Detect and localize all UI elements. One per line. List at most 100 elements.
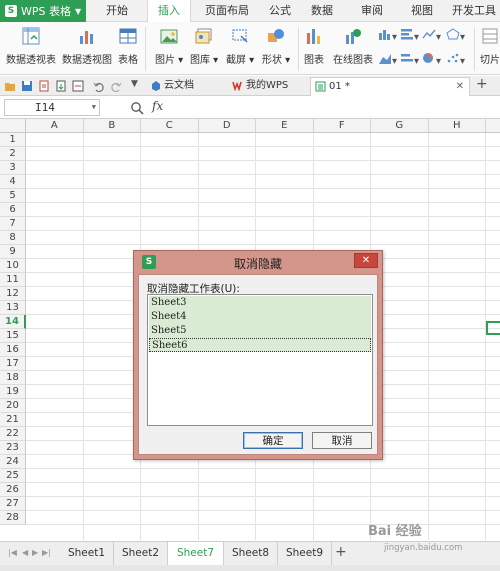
save-icon[interactable]: [21, 80, 33, 92]
row-header[interactable]: 14: [0, 315, 26, 329]
open-folder-icon[interactable]: [4, 80, 16, 92]
bar-chart-2-dropdown[interactable]: ▾: [400, 52, 419, 67]
column-header[interactable]: G: [371, 119, 429, 133]
new-tab-button[interactable]: +: [476, 76, 488, 92]
name-box[interactable]: I14 ▼: [4, 99, 100, 116]
print-preview-icon[interactable]: [38, 80, 50, 92]
cancel-button[interactable]: 取消: [312, 432, 372, 449]
column-header[interactable]: F: [313, 119, 371, 133]
row-header[interactable]: 11: [0, 273, 26, 287]
sheet-tab[interactable]: Sheet8: [224, 542, 278, 565]
row-header[interactable]: 2: [0, 147, 26, 161]
row-header[interactable]: 22: [0, 427, 26, 441]
chart-button[interactable]: 图表: [304, 26, 324, 66]
function-icon[interactable]: fx: [152, 99, 163, 113]
column-header[interactable]: D: [198, 119, 256, 133]
row-header[interactable]: 23: [0, 441, 26, 455]
row-header[interactable]: 10: [0, 259, 26, 273]
table-button[interactable]: 表格: [118, 26, 138, 66]
ok-button[interactable]: 确定: [243, 432, 303, 449]
column-chart-dropdown[interactable]: ▾: [378, 28, 397, 43]
next-sheet-icon[interactable]: ▶: [32, 548, 38, 557]
close-button[interactable]: ✕: [354, 253, 378, 268]
tab-review[interactable]: 审阅: [350, 0, 394, 22]
row-header[interactable]: 16: [0, 343, 26, 357]
chevron-down-icon[interactable]: ▼: [92, 100, 96, 115]
close-tab-icon[interactable]: ✕: [456, 78, 464, 96]
row-header[interactable]: 6: [0, 203, 26, 217]
column-header[interactable]: H: [428, 119, 486, 133]
pie-chart-dropdown[interactable]: ▾: [422, 52, 441, 67]
active-cell-highlight[interactable]: [486, 321, 500, 335]
row-header[interactable]: 9: [0, 245, 26, 259]
first-sheet-icon[interactable]: |◀: [8, 548, 17, 557]
app-menu-button[interactable]: S WPS 表格 ▼: [0, 0, 86, 22]
column-header[interactable]: C: [141, 119, 199, 133]
quick-access-dropdown-icon[interactable]: ▼: [131, 79, 143, 91]
row-header[interactable]: 27: [0, 497, 26, 511]
list-item[interactable]: Sheet5: [149, 324, 371, 338]
tab-insert[interactable]: 插入: [147, 0, 191, 23]
shapes-button[interactable]: 形状 ▾: [262, 26, 290, 66]
row-header[interactable]: 3: [0, 161, 26, 175]
add-sheet-button[interactable]: +: [335, 544, 347, 560]
row-header[interactable]: 20: [0, 399, 26, 413]
picture-button[interactable]: 图片 ▾: [155, 26, 183, 66]
column-header[interactable]: E: [256, 119, 314, 133]
row-header[interactable]: 5: [0, 189, 26, 203]
scatter-chart-dropdown[interactable]: ▾: [446, 52, 465, 67]
column-header[interactable]: B: [83, 119, 141, 133]
list-item[interactable]: Sheet3: [149, 296, 371, 310]
row-header[interactable]: 25: [0, 469, 26, 483]
row-header[interactable]: 4: [0, 175, 26, 189]
list-item-focused[interactable]: Sheet6: [149, 338, 371, 352]
tab-view[interactable]: 视图: [400, 0, 444, 22]
doc-tab-cloud[interactable]: 云文档: [146, 77, 228, 96]
row-header[interactable]: 12: [0, 287, 26, 301]
dialog-title-bar[interactable]: S 取消隐藏 ✕: [134, 251, 382, 273]
row-header[interactable]: 1: [0, 133, 26, 147]
row-header[interactable]: 24: [0, 455, 26, 469]
radar-chart-dropdown[interactable]: ▾: [446, 28, 465, 43]
tab-formulas[interactable]: 公式: [258, 0, 302, 22]
row-header[interactable]: 28: [0, 511, 26, 525]
tab-page-layout[interactable]: 页面布局: [198, 0, 256, 22]
hidden-sheets-list[interactable]: Sheet3 Sheet4 Sheet5 Sheet6: [147, 294, 373, 426]
export-pdf-icon[interactable]: [72, 80, 84, 92]
pivot-chart-button[interactable]: 数据透视图: [62, 26, 112, 66]
row-header[interactable]: 17: [0, 357, 26, 371]
tab-developer[interactable]: 开发工具: [448, 0, 500, 22]
column-header[interactable]: [486, 119, 500, 133]
bar-chart-dropdown[interactable]: ▾: [400, 28, 419, 43]
screenshot-button[interactable]: 截屏 ▾: [226, 26, 254, 66]
row-header[interactable]: 18: [0, 371, 26, 385]
doc-tab-active[interactable]: 01 * ✕: [310, 77, 470, 96]
redo-icon[interactable]: [110, 80, 122, 92]
sheet-tab[interactable]: Sheet9: [278, 542, 332, 565]
row-header[interactable]: 21: [0, 413, 26, 427]
doc-tab-my-wps[interactable]: 我的WPS: [228, 77, 310, 96]
undo-icon[interactable]: [93, 80, 105, 92]
line-chart-dropdown[interactable]: ▾: [422, 28, 441, 43]
tab-home[interactable]: 开始: [96, 0, 138, 22]
row-header[interactable]: 26: [0, 483, 26, 497]
last-sheet-icon[interactable]: ▶|: [42, 548, 51, 557]
row-header[interactable]: 8: [0, 231, 26, 245]
row-header[interactable]: 15: [0, 329, 26, 343]
list-item[interactable]: Sheet4: [149, 310, 371, 324]
formula-input[interactable]: [170, 99, 498, 116]
sheet-tab[interactable]: Sheet1: [60, 542, 114, 565]
sheet-tab[interactable]: Sheet2: [114, 542, 168, 565]
select-all-corner[interactable]: [0, 119, 26, 133]
area-chart-dropdown[interactable]: ▾: [378, 52, 397, 67]
row-header[interactable]: 19: [0, 385, 26, 399]
zoom-icon[interactable]: [130, 101, 144, 115]
row-header[interactable]: 13: [0, 301, 26, 315]
column-header[interactable]: A: [26, 119, 84, 133]
row-header[interactable]: 7: [0, 217, 26, 231]
prev-sheet-icon[interactable]: ◀: [22, 548, 28, 557]
online-chart-button[interactable]: 在线图表: [333, 26, 373, 66]
gallery-button[interactable]: 图库 ▾: [190, 26, 218, 66]
sheet-tab-active[interactable]: Sheet7: [168, 542, 224, 565]
slicer-button[interactable]: 切片: [480, 26, 500, 66]
